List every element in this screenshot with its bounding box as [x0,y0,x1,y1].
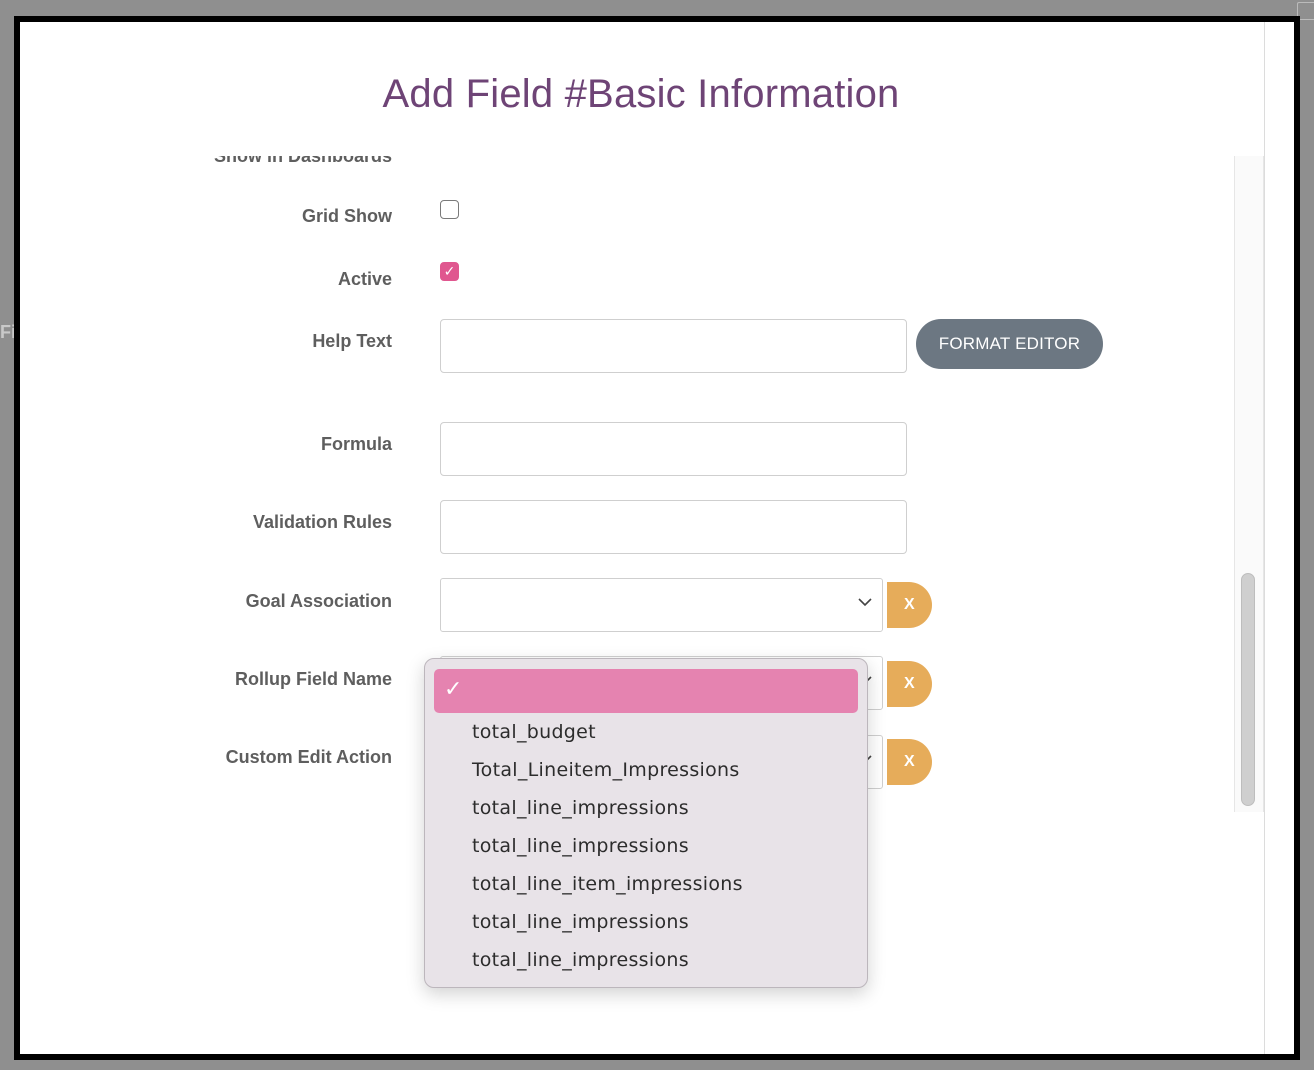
format-editor-button[interactable]: FORMAT EDITOR [916,319,1103,369]
add-field-modal: Add Field #Basic Information Show in Das… [20,22,1294,1054]
validation-rules-input[interactable] [440,500,907,554]
show-in-dashboards-label: Show in Dashboards [213,156,392,166]
custom-edit-action-clear-button[interactable]: X [887,739,932,785]
grid-show-label: Grid Show [302,206,392,226]
rollup-field-name-clear-button[interactable]: X [887,661,932,707]
modal-frame: Add Field #Basic Information Show in Das… [14,16,1300,1060]
help-text-input[interactable] [440,319,907,373]
formula-label: Formula [320,434,392,454]
chevron-down-icon [858,598,872,607]
scrollbar-thumb[interactable] [1241,573,1255,806]
formula-input[interactable] [440,422,907,476]
dropdown-option[interactable]: total_line_impressions [472,835,689,857]
rollup-field-name-label: Rollup Field Name [234,669,392,689]
goal-association-select[interactable] [440,578,883,632]
dropdown-option-selected[interactable]: ✓ [434,669,858,713]
validation-rules-label: Validation Rules [252,512,392,532]
goal-association-label: Goal Association [245,591,392,611]
check-icon: ✓ [443,263,456,279]
dropdown-option[interactable]: total_line_impressions [472,911,689,933]
active-checkbox[interactable]: ✓ [440,262,459,281]
dropdown-option[interactable]: total_line_impressions [472,797,689,819]
dropdown-option[interactable]: total_line_item_impressions [472,873,743,895]
dropdown-option[interactable]: total_line_impressions [472,949,689,971]
dropdown-option[interactable]: total_budget [472,721,596,743]
check-icon: ✓ [444,677,463,702]
active-label: Active [337,269,392,289]
modal-title: Add Field #Basic Information [382,72,900,116]
dropdown-option[interactable]: Total_Lineitem_Impressions [472,759,740,781]
modal-divider [1264,22,1265,1054]
custom-edit-action-label: Custom Edit Action [225,747,392,767]
goal-association-clear-button[interactable]: X [887,582,932,628]
grid-show-checkbox[interactable] [440,200,459,219]
rollup-field-dropdown-menu: ✓ total_budget Total_Lineitem_Impression… [424,658,868,988]
help-text-label: Help Text [312,331,392,351]
